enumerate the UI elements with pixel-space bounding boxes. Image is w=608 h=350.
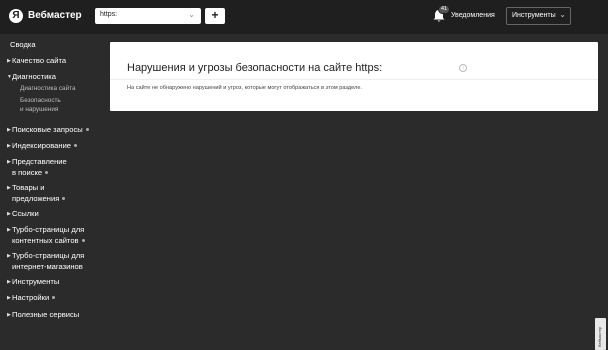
sidebar-item-label: Настройки xyxy=(12,293,50,302)
dot-icon xyxy=(52,296,56,299)
sidebar-item-label: в поиске xyxy=(12,167,43,177)
top-header: Я Вебмастер https: ⌄ + 41 Уведомления Ин… xyxy=(0,0,608,34)
sidebar-item-label: Полезные сервисы xyxy=(12,310,80,319)
sidebar-item-label: Товары и xyxy=(12,183,45,192)
divider xyxy=(110,79,598,80)
tools-dropdown-label: Инструменты xyxy=(512,12,556,19)
chevron-down-icon: ⌄ xyxy=(559,10,566,19)
sidebar-item-label: предложения xyxy=(12,193,60,203)
sidebar-item-turbo-content[interactable]: ▶Турбо-страницы для контентных сайтов xyxy=(7,225,103,245)
sidebar-item-label: Безопасность xyxy=(20,97,61,104)
sidebar-item-label: интернет-магазинов xyxy=(12,261,83,271)
dot-icon xyxy=(74,144,78,147)
brand-name[interactable]: Вебмастер xyxy=(28,10,82,21)
sidebar-subitem-security[interactable]: Безопасность и нарушения xyxy=(20,97,104,114)
sidebar-item-label: Инструменты xyxy=(12,277,60,286)
sidebar-item-settings[interactable]: ▶Настройки xyxy=(7,293,103,304)
sidebar-item-label: Поисковые запросы xyxy=(12,125,83,134)
site-select-value: https: xyxy=(100,11,118,18)
sidebar-item-turbo-shops[interactable]: ▶Турбо-страницы для интернет-магазинов xyxy=(7,251,103,271)
dot-icon xyxy=(62,196,66,200)
sidebar-item-search-queries[interactable]: ▶Поисковые запросы xyxy=(7,125,103,136)
yandex-logo-icon[interactable]: Я xyxy=(9,9,23,23)
sidebar-subitem-diagnostics-site[interactable]: Диагностика сайта xyxy=(20,85,104,94)
sidebar-item-label: Представление xyxy=(12,157,67,166)
tools-dropdown-button[interactable]: Инструменты ⌄ xyxy=(506,7,571,25)
sidebar-item-label: Диагностика xyxy=(12,72,57,81)
info-icon[interactable]: i xyxy=(459,64,467,72)
add-site-button[interactable]: + xyxy=(205,8,225,24)
sidebar-item-presentation[interactable]: ▶Представление в поиске xyxy=(7,157,103,177)
sidebar-item-tools[interactable]: ▶Инструменты xyxy=(7,277,103,288)
sidebar-item-label: Ссылки xyxy=(12,209,39,218)
sidebar-item-label: и нарушения xyxy=(20,105,59,113)
sidebar-item-useful-services[interactable]: ▶Полезные сервисы xyxy=(7,310,103,321)
status-message: На сайте не обнаружено нарушений и угроз… xyxy=(127,85,362,91)
sidebar-item-label: Индексирование xyxy=(12,141,72,150)
dot-icon xyxy=(45,170,49,174)
sidebar-item-diagnostics[interactable]: ▼Диагностика xyxy=(7,72,103,83)
sidebar-item-label: Качество сайта xyxy=(12,56,67,65)
site-select[interactable]: https: ⌄ xyxy=(95,8,201,24)
sidebar-nav: Сводка ▶Качество сайта ▼Диагностика Диаг… xyxy=(0,34,108,350)
dot-icon xyxy=(81,238,85,242)
page-title: Нарушения и угрозы безопасности на сайте… xyxy=(127,62,383,74)
sidebar-item-label: контентных сайтов xyxy=(12,235,79,245)
security-card: Нарушения и угрозы безопасности на сайте… xyxy=(110,42,598,111)
sidebar-item-indexing[interactable]: ▶Индексирование xyxy=(7,141,103,152)
notifications-count-badge: 41 xyxy=(438,5,451,14)
sidebar-item-label: Турбо-страницы для xyxy=(12,225,85,234)
side-tab-label: Вебмастер xyxy=(597,326,602,347)
sidebar-item-summary[interactable]: Сводка xyxy=(10,40,106,50)
sidebar-item-label: Турбо-страницы для xyxy=(12,251,85,260)
sidebar-item-quality[interactable]: ▶Качество сайта xyxy=(7,56,103,67)
notifications-link[interactable]: Уведомления xyxy=(451,12,495,19)
sidebar-item-label: Сводка xyxy=(10,40,36,49)
sidebar-item-goods[interactable]: ▶Товары и предложения xyxy=(7,183,103,203)
sidebar-item-links[interactable]: ▶Ссылки xyxy=(7,209,103,220)
feedback-side-tab[interactable]: Вебмастер xyxy=(595,318,606,350)
chevron-down-icon: ⌄ xyxy=(188,10,195,19)
dot-icon xyxy=(85,128,89,131)
